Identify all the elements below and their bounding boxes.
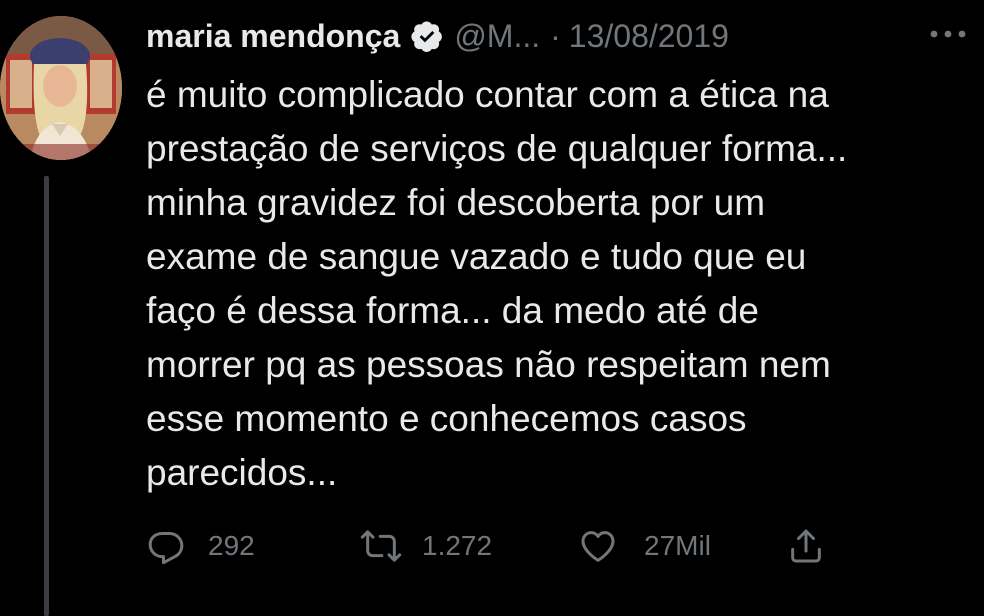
like-count: 27Mil — [644, 530, 711, 561]
tweet-text-line: prestação de serviços de qualquer forma.… — [146, 128, 848, 169]
tweet-text-line: faço é dessa forma... da medo até de — [146, 290, 759, 331]
tweet-header: maria mendonça @M... · 13/08/2019 — [146, 14, 729, 58]
reply-icon — [146, 526, 186, 566]
thread-line — [44, 176, 49, 616]
verified-badge-icon — [410, 19, 444, 53]
tweet-text-line: minha gravidez foi descoberta por um — [146, 182, 766, 223]
tweet-date[interactable]: 13/08/2019 — [569, 18, 729, 55]
reply-count: 292 — [208, 530, 255, 561]
author-handle[interactable]: @M... — [454, 18, 540, 55]
tweet-text-line: esse momento e conhecemos casos — [146, 398, 747, 439]
tweet-actions: 292 1.272 27Mil — [146, 522, 846, 570]
retweet-icon — [358, 526, 404, 566]
share-button[interactable] — [786, 522, 826, 570]
share-icon — [786, 526, 826, 566]
tweet-text-line: morrer pq as pessoas não respeitam nem — [146, 344, 831, 385]
avatar-photo — [0, 16, 122, 160]
avatar[interactable] — [0, 16, 122, 160]
tweet-text-line: parecidos... — [146, 452, 338, 493]
display-name[interactable]: maria mendonça — [146, 18, 400, 55]
tweet[interactable]: maria mendonça @M... · 13/08/2019 é muit… — [0, 0, 984, 616]
retweet-button[interactable]: 1.272 — [358, 522, 492, 570]
reply-button[interactable]: 292 — [146, 522, 255, 570]
tweet-text: é muito complicado contar com a ética na… — [146, 68, 976, 500]
heart-icon — [578, 526, 618, 566]
like-button[interactable]: 27Mil — [578, 522, 711, 570]
separator-dot: · — [550, 17, 561, 54]
tweet-text-line: é muito complicado contar com a ética na — [146, 74, 829, 115]
retweet-count: 1.272 — [422, 530, 493, 561]
more-horizontal-icon[interactable] — [928, 22, 968, 46]
tweet-text-line: exame de sangue vazado e tudo que eu — [146, 236, 807, 277]
